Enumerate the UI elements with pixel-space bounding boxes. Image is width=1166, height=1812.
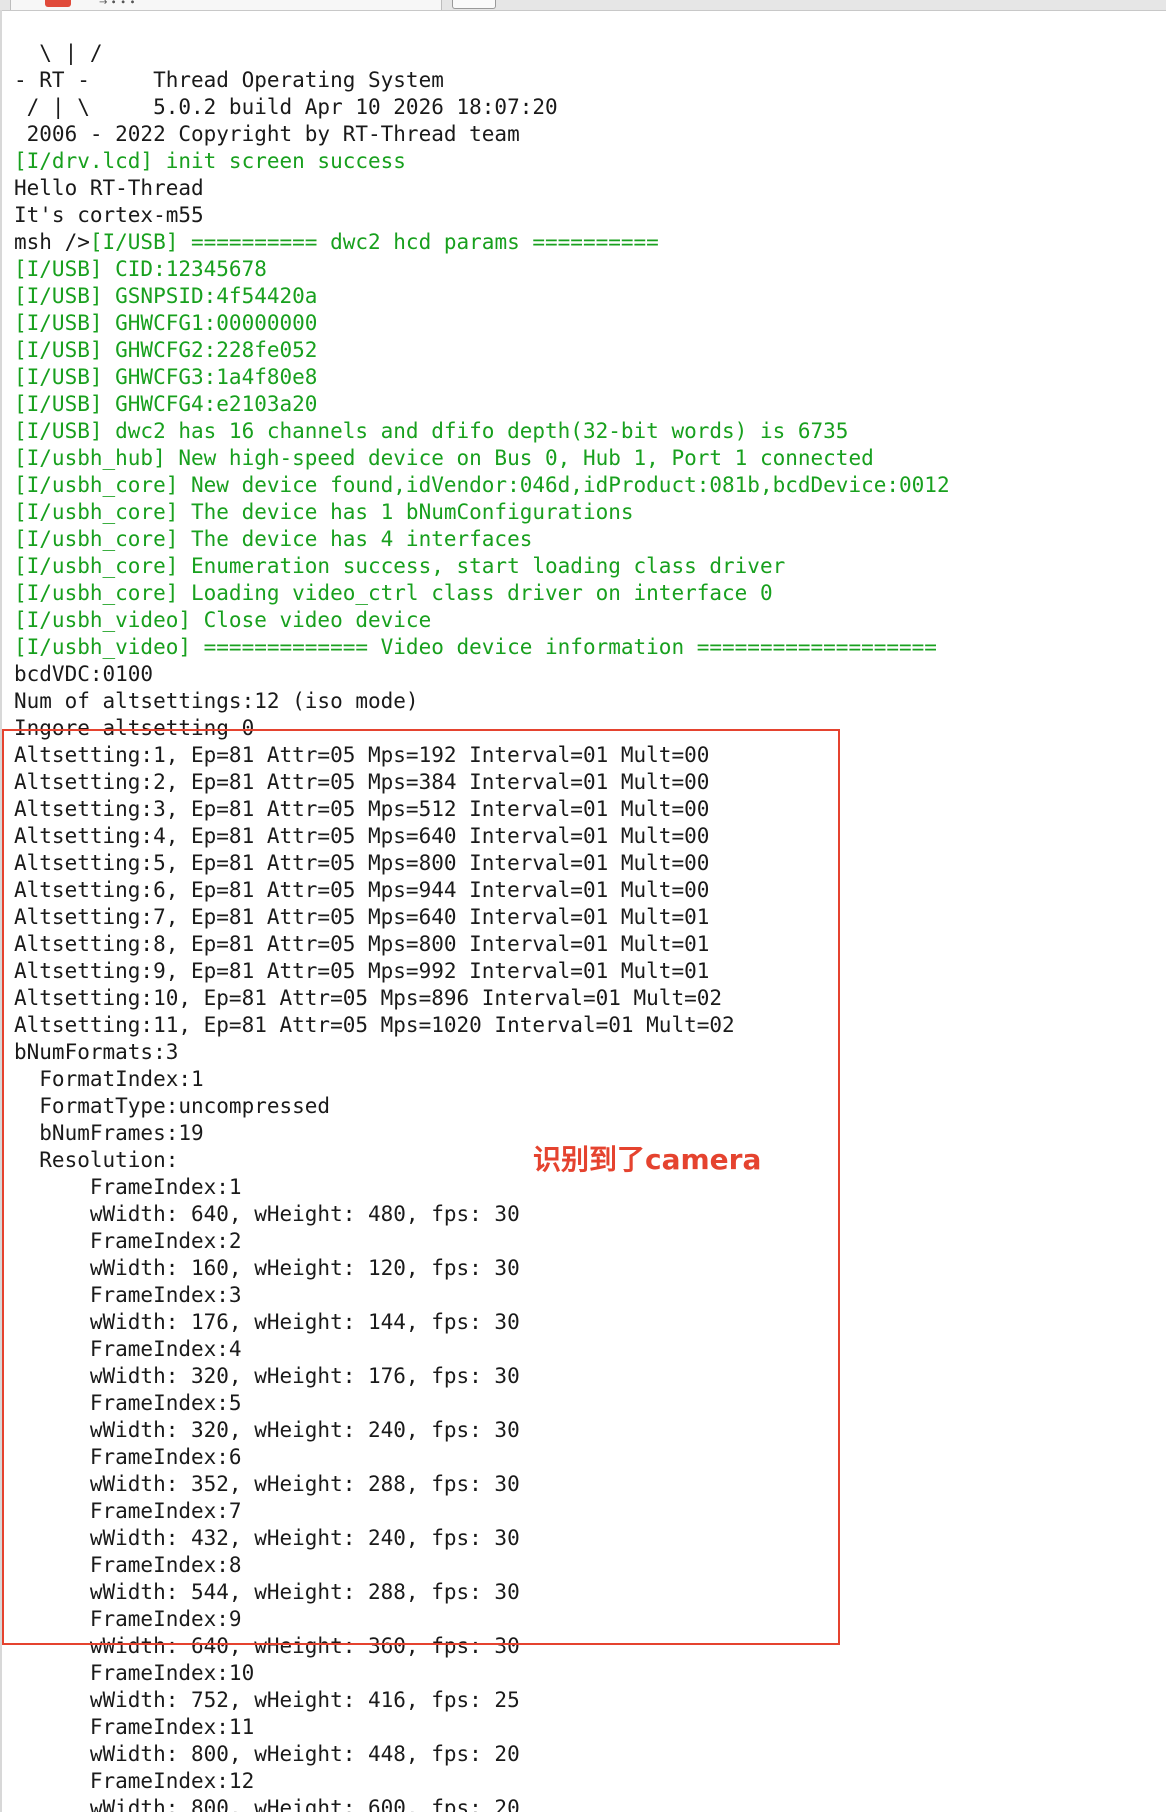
new-tab-button[interactable] [452, 0, 496, 9]
terminal-line: FrameIndex:6 [14, 1445, 242, 1469]
terminal-line: [I/USB] CID:12345678 [14, 257, 267, 281]
terminal-line: Ingore altsetting 0 [14, 716, 255, 740]
window-border [0, 10, 2, 1812]
tab-title: → ∙ ∙ ∙ [99, 0, 136, 8]
terminal-line: Num of altsettings:12 (iso mode) [14, 689, 419, 713]
terminal-line: [I/USB] dwc2 has 16 channels and dfifo d… [14, 419, 849, 443]
terminal-line: FrameIndex:5 [14, 1391, 242, 1415]
terminal-line: FrameIndex:2 [14, 1229, 242, 1253]
terminal-line: [I/USB] GHWCFG4:e2103a20 [14, 392, 318, 416]
terminal-line: Altsetting:11, Ep=81 Attr=05 Mps=1020 In… [14, 1013, 735, 1037]
terminal-line: bcdVDC:0100 [14, 662, 154, 686]
terminal-output[interactable]: \ | / - RT - Thread Operating System / | … [14, 40, 1154, 1812]
terminal-line: FrameIndex:8 [14, 1553, 242, 1577]
terminal-line: / | \ 5.0.2 build Apr 10 2026 18:07:20 [14, 95, 558, 119]
terminal-window: → ∙ ∙ ∙ \ | / - RT - Thread Operating Sys… [0, 0, 1166, 1812]
terminal-line: Altsetting:1, Ep=81 Attr=05 Mps=192 Inte… [14, 743, 710, 767]
terminal-line: wWidth: 320, wHeight: 240, fps: 30 [14, 1418, 520, 1442]
terminal-line: [I/usbh_video] ============= Video devic… [14, 635, 937, 659]
terminal-line: \ | / [14, 41, 103, 65]
terminal-line: FrameIndex:10 [14, 1661, 255, 1685]
terminal-line: wWidth: 432, wHeight: 240, fps: 30 [14, 1526, 520, 1550]
terminal-line: 2006 - 2022 Copyright by RT-Thread team [14, 122, 520, 146]
terminal-line: wWidth: 800, wHeight: 448, fps: 20 [14, 1742, 520, 1766]
terminal-line: Altsetting:5, Ep=81 Attr=05 Mps=800 Inte… [14, 851, 710, 875]
terminal-line: It's cortex-m55 [14, 203, 204, 227]
terminal-line: wWidth: 544, wHeight: 288, fps: 30 [14, 1580, 520, 1604]
terminal-line: Hello RT-Thread [14, 176, 204, 200]
app-icon [45, 0, 71, 7]
terminal-line: Altsetting:6, Ep=81 Attr=05 Mps=944 Inte… [14, 878, 710, 902]
terminal-line: [I/usbh_core] New device found,idVendor:… [14, 473, 950, 497]
terminal-line: [I/usbh_core] Loading video_ctrl class d… [14, 581, 773, 605]
terminal-line: Altsetting:7, Ep=81 Attr=05 Mps=640 Inte… [14, 905, 710, 929]
terminal-line: Altsetting:3, Ep=81 Attr=05 Mps=512 Inte… [14, 797, 710, 821]
terminal-line: [I/USB] GHWCFG2:228fe052 [14, 338, 318, 362]
terminal-line: Altsetting:10, Ep=81 Attr=05 Mps=896 Int… [14, 986, 723, 1010]
terminal-line-segment: msh /> [14, 230, 90, 254]
terminal-line: FrameIndex:12 [14, 1769, 255, 1793]
terminal-line: Altsetting:4, Ep=81 Attr=05 Mps=640 Inte… [14, 824, 710, 848]
terminal-line: [I/usbh_core] Enumeration success, start… [14, 554, 786, 578]
terminal-line: wWidth: 160, wHeight: 120, fps: 30 [14, 1256, 520, 1280]
terminal-line: FrameIndex:3 [14, 1283, 242, 1307]
terminal-line: [I/usbh_core] The device has 1 bNumConfi… [14, 500, 634, 524]
terminal-line: wWidth: 640, wHeight: 480, fps: 30 [14, 1202, 520, 1226]
terminal-line: wWidth: 320, wHeight: 176, fps: 30 [14, 1364, 520, 1388]
terminal-line: FrameIndex:1 [14, 1175, 242, 1199]
terminal-line: [I/USB] GHWCFG3:1a4f80e8 [14, 365, 318, 389]
terminal-line: FrameIndex:4 [14, 1337, 242, 1361]
terminal-tab[interactable]: → ∙ ∙ ∙ [10, 0, 442, 10]
terminal-line: FormatType:uncompressed [14, 1094, 331, 1118]
terminal-line: wWidth: 752, wHeight: 416, fps: 25 [14, 1688, 520, 1712]
terminal-line: [I/usbh_core] The device has 4 interface… [14, 527, 533, 551]
terminal-line-segment: [I/USB] ========== dwc2 hcd params =====… [89, 230, 659, 254]
terminal-line: Altsetting:2, Ep=81 Attr=05 Mps=384 Inte… [14, 770, 710, 794]
terminal-line: [I/USB] GSNPSID:4f54420a [14, 284, 318, 308]
terminal-line: [I/usbh_video] Close video device [14, 608, 432, 632]
annotation-label: 识别到了camera [533, 1143, 762, 1176]
terminal-line: [I/USB] GHWCFG1:00000000 [14, 311, 318, 335]
terminal-line: wWidth: 176, wHeight: 144, fps: 30 [14, 1310, 520, 1334]
terminal-line: FrameIndex:7 [14, 1499, 242, 1523]
tab-strip: → ∙ ∙ ∙ [0, 0, 1166, 11]
terminal-line: - RT - Thread Operating System [14, 68, 444, 92]
terminal-line: msh />[I/USB] ========== dwc2 hcd params… [14, 229, 1154, 256]
terminal-line: FormatIndex:1 [14, 1067, 204, 1091]
terminal-line: wWidth: 640, wHeight: 360, fps: 30 [14, 1634, 520, 1658]
terminal-line: Altsetting:8, Ep=81 Attr=05 Mps=800 Inte… [14, 932, 710, 956]
terminal-line: [I/usbh_hub] New high-speed device on Bu… [14, 446, 874, 470]
terminal-line: FrameIndex:9 [14, 1607, 242, 1631]
terminal-line: wWidth: 352, wHeight: 288, fps: 30 [14, 1472, 520, 1496]
terminal-line: Altsetting:9, Ep=81 Attr=05 Mps=992 Inte… [14, 959, 710, 983]
terminal-line: FrameIndex:11 [14, 1715, 255, 1739]
terminal-line: [I/drv.lcd] init screen success [14, 149, 406, 173]
terminal-line: bNumFormats:3 [14, 1040, 179, 1064]
terminal-line: wWidth: 800, wHeight: 600, fps: 20 [14, 1796, 520, 1812]
